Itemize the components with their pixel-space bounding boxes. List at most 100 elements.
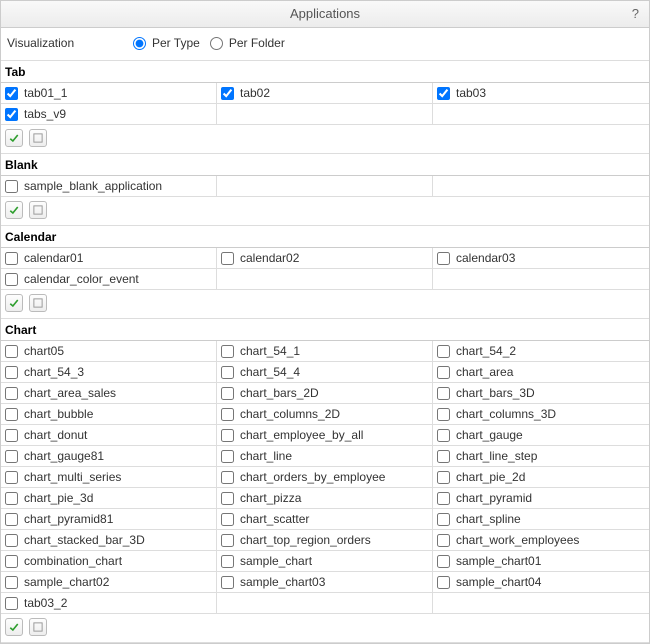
item-label: sample_chart03	[240, 575, 325, 589]
item-label: chart_columns_2D	[240, 407, 340, 421]
panel-title: Applications	[290, 6, 360, 21]
select-all-button[interactable]	[5, 201, 23, 219]
list-item: chart_scatter	[217, 509, 433, 530]
item-checkbox[interactable]	[5, 252, 18, 265]
radio-per-type[interactable]: Per Type	[133, 36, 200, 50]
item-checkbox[interactable]	[221, 408, 234, 421]
item-checkbox[interactable]	[5, 408, 18, 421]
list-item: sample_chart	[217, 551, 433, 572]
list-item: chart_bars_3D	[433, 383, 649, 404]
item-checkbox[interactable]	[437, 408, 450, 421]
list-item: chart_pie_2d	[433, 467, 649, 488]
item-checkbox[interactable]	[5, 273, 18, 286]
radio-per-type-input[interactable]	[133, 37, 146, 50]
item-checkbox[interactable]	[221, 471, 234, 484]
item-checkbox[interactable]	[5, 576, 18, 589]
help-icon[interactable]: ?	[632, 1, 639, 27]
item-label: calendar03	[456, 251, 515, 265]
radio-per-folder[interactable]: Per Folder	[210, 36, 285, 50]
visualization-radiogroup: Per Type Per Folder	[133, 36, 291, 50]
item-checkbox[interactable]	[221, 492, 234, 505]
list-item: chart_gauge	[433, 425, 649, 446]
select-none-button[interactable]	[29, 201, 47, 219]
item-checkbox[interactable]	[437, 534, 450, 547]
section-actions	[1, 614, 649, 643]
select-all-button[interactable]	[5, 618, 23, 636]
list-item: chart_bars_2D	[217, 383, 433, 404]
item-checkbox[interactable]	[5, 108, 18, 121]
select-all-button[interactable]	[5, 294, 23, 312]
item-label: chart05	[24, 344, 64, 358]
item-label: chart_54_4	[240, 365, 300, 379]
item-checkbox[interactable]	[221, 345, 234, 358]
select-none-button[interactable]	[29, 294, 47, 312]
item-checkbox[interactable]	[437, 576, 450, 589]
item-checkbox[interactable]	[5, 87, 18, 100]
item-checkbox[interactable]	[437, 366, 450, 379]
select-none-button[interactable]	[29, 618, 47, 636]
item-checkbox[interactable]	[437, 345, 450, 358]
section-header: Calendar	[1, 226, 649, 248]
empty-box-icon	[32, 621, 44, 633]
empty-box-icon	[32, 132, 44, 144]
list-item: chart_line	[217, 446, 433, 467]
visualization-label: Visualization	[7, 36, 133, 50]
list-item: sample_chart02	[1, 572, 217, 593]
item-checkbox[interactable]	[437, 450, 450, 463]
item-checkbox[interactable]	[437, 513, 450, 526]
item-checkbox[interactable]	[221, 87, 234, 100]
item-checkbox[interactable]	[437, 555, 450, 568]
select-none-button[interactable]	[29, 129, 47, 147]
item-label: chart_gauge	[456, 428, 523, 442]
select-all-button[interactable]	[5, 129, 23, 147]
item-checkbox[interactable]	[5, 429, 18, 442]
list-item: sample_chart04	[433, 572, 649, 593]
item-checkbox[interactable]	[5, 345, 18, 358]
item-checkbox[interactable]	[437, 87, 450, 100]
item-checkbox[interactable]	[5, 534, 18, 547]
list-item: calendar01	[1, 248, 217, 269]
item-checkbox[interactable]	[5, 180, 18, 193]
radio-per-folder-input[interactable]	[210, 37, 223, 50]
item-checkbox[interactable]	[437, 471, 450, 484]
item-checkbox[interactable]	[437, 252, 450, 265]
item-label: chart_pizza	[240, 491, 301, 505]
item-checkbox[interactable]	[221, 576, 234, 589]
item-label: combination_chart	[24, 554, 122, 568]
item-checkbox[interactable]	[221, 429, 234, 442]
item-label: chart_orders_by_employee	[240, 470, 385, 484]
list-item: chart_pyramid	[433, 488, 649, 509]
item-checkbox[interactable]	[5, 597, 18, 610]
item-checkbox[interactable]	[5, 555, 18, 568]
item-checkbox[interactable]	[221, 534, 234, 547]
item-checkbox[interactable]	[221, 450, 234, 463]
item-checkbox[interactable]	[5, 450, 18, 463]
item-checkbox[interactable]	[221, 252, 234, 265]
item-checkbox[interactable]	[437, 429, 450, 442]
item-checkbox[interactable]	[5, 492, 18, 505]
section-grid: tab01_1tab02tab03tabs_v9	[1, 83, 649, 125]
item-checkbox[interactable]	[437, 387, 450, 400]
list-item: calendar_color_event	[1, 269, 217, 290]
item-checkbox[interactable]	[221, 555, 234, 568]
item-label: tab03	[456, 86, 486, 100]
list-item	[433, 104, 649, 125]
list-item	[217, 593, 433, 614]
item-checkbox[interactable]	[5, 513, 18, 526]
item-checkbox[interactable]	[5, 387, 18, 400]
item-checkbox[interactable]	[5, 471, 18, 484]
item-checkbox[interactable]	[221, 387, 234, 400]
item-checkbox[interactable]	[437, 492, 450, 505]
list-item: tab02	[217, 83, 433, 104]
list-item	[217, 176, 433, 197]
item-label: chart_bars_2D	[240, 386, 319, 400]
item-checkbox[interactable]	[221, 366, 234, 379]
list-item: sample_chart01	[433, 551, 649, 572]
item-label: chart_line	[240, 449, 292, 463]
empty-box-icon	[32, 297, 44, 309]
list-item: chart_employee_by_all	[217, 425, 433, 446]
item-label: chart_pie_2d	[456, 470, 525, 484]
item-checkbox[interactable]	[221, 513, 234, 526]
item-checkbox[interactable]	[5, 366, 18, 379]
titlebar: Applications ?	[1, 0, 649, 28]
